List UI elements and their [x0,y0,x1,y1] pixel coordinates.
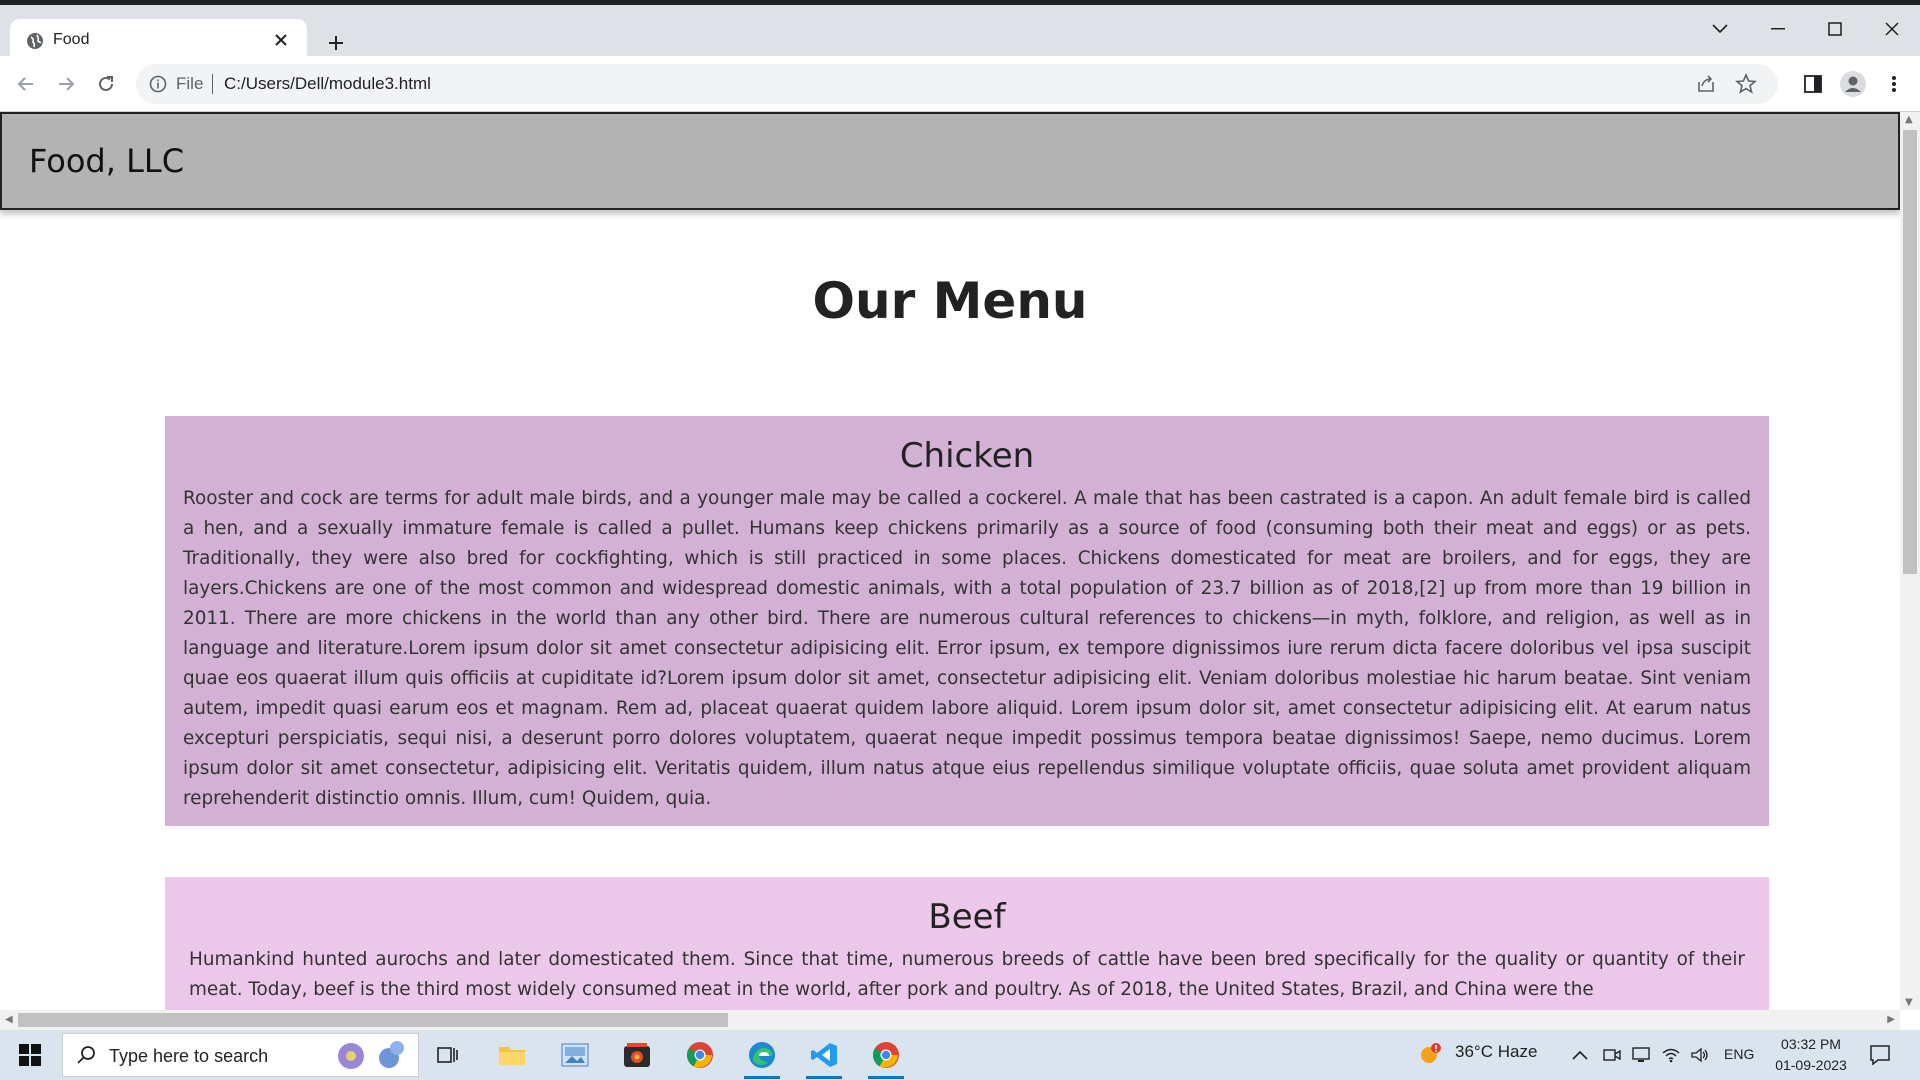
address-separator [212,74,213,94]
brand-name: Food, LLC [29,142,185,180]
meet-now-icon[interactable] [1602,1045,1622,1065]
clock-time: 03:32 PM [1781,1036,1841,1052]
windows-start-icon[interactable] [10,1030,50,1080]
globe-icon [27,33,43,49]
section-heading-beef: Beef [928,897,1006,937]
search-icon [77,1046,95,1064]
vertical-scrollbar[interactable]: ▲ ▼ [1900,112,1920,1010]
section-text-beef: Humankind hunted aurochs and later domes… [189,949,1745,1000]
scroll-up-icon[interactable]: ▲ [1905,114,1913,125]
menu-section-beef: Beef Humankind hunted aurochs and later … [165,877,1769,1010]
horizontal-scrollbar[interactable]: ◀ ▶ [0,1010,1900,1030]
weather-text[interactable]: 36°C Haze [1455,1042,1537,1062]
address-bar[interactable]: File C:/Users/Dell/module3.html [136,64,1778,104]
horizontal-scroll-thumb[interactable] [18,1013,728,1027]
monitor-icon[interactable] [1631,1045,1651,1065]
photos-icon[interactable] [555,1035,595,1075]
maximize-button[interactable] [1815,13,1855,45]
tab-search-chevron-icon[interactable] [1700,13,1740,45]
windows-taskbar: Type here to search 36°C Haze ENG 03:32 … [0,1030,1920,1080]
menu-section-chicken: Chicken Rooster and cock are terms for a… [165,416,1769,826]
browser-toolbar: File C:/Users/Dell/module3.html [0,56,1920,112]
close-tab-icon[interactable] [269,28,293,52]
system-clock[interactable]: 03:32 PM 01-09-2023 [1766,1034,1856,1076]
minimize-button[interactable] [1758,13,1798,45]
site-header: Food, LLC [0,112,1900,210]
share-icon[interactable] [1694,72,1718,96]
notification-center-icon[interactable] [1868,1043,1892,1067]
taskbar-search-box[interactable]: Type here to search [62,1033,419,1077]
task-view-icon[interactable] [428,1035,468,1075]
back-button[interactable] [10,68,42,100]
info-icon[interactable] [148,74,168,94]
bookmark-star-icon[interactable] [1734,72,1758,96]
chrome-icon[interactable] [680,1035,720,1075]
language-indicator[interactable]: ENG [1724,1046,1754,1062]
new-tab-button[interactable] [320,27,352,59]
section-text-chicken: Rooster and cock are terms for adult mal… [183,488,1751,809]
scroll-down-icon[interactable]: ▼ [1905,997,1913,1008]
weather-icon[interactable] [1418,1042,1442,1066]
page-title: Our Menu [812,272,1088,330]
address-scheme: File [176,74,204,93]
media-app-icon[interactable] [617,1035,657,1075]
volume-icon[interactable] [1690,1045,1710,1065]
search-highlight-flower-icon [338,1041,404,1069]
chrome-active-icon[interactable] [866,1035,906,1079]
address-url[interactable]: C:/Users/Dell/module3.html [224,74,431,94]
clock-date: 01-09-2023 [1775,1057,1847,1073]
vertical-scroll-thumb[interactable] [1903,130,1917,574]
side-panel-icon[interactable] [1797,68,1829,100]
profile-avatar-icon[interactable] [1837,68,1869,100]
file-explorer-icon[interactable] [492,1035,532,1075]
search-placeholder: Type here to search [109,1046,269,1066]
page-viewport: Food, LLC Our Menu Chicken Rooster and c… [0,112,1900,1010]
browser-menu-icon[interactable] [1878,68,1910,100]
section-heading-chicken: Chicken [899,436,1035,476]
wifi-icon[interactable] [1661,1045,1681,1065]
scroll-right-icon[interactable]: ▶ [1887,1014,1895,1025]
close-window-button[interactable] [1872,13,1912,45]
browser-titlebar: Food [0,0,1920,62]
reload-button[interactable] [90,68,122,100]
edge-icon[interactable] [742,1035,782,1079]
scroll-left-icon[interactable]: ◀ [5,1014,13,1025]
chevron-up-icon[interactable] [1570,1045,1590,1065]
vscode-icon[interactable] [804,1035,844,1079]
tab-title: Food [53,31,90,48]
forward-button[interactable] [50,68,82,100]
